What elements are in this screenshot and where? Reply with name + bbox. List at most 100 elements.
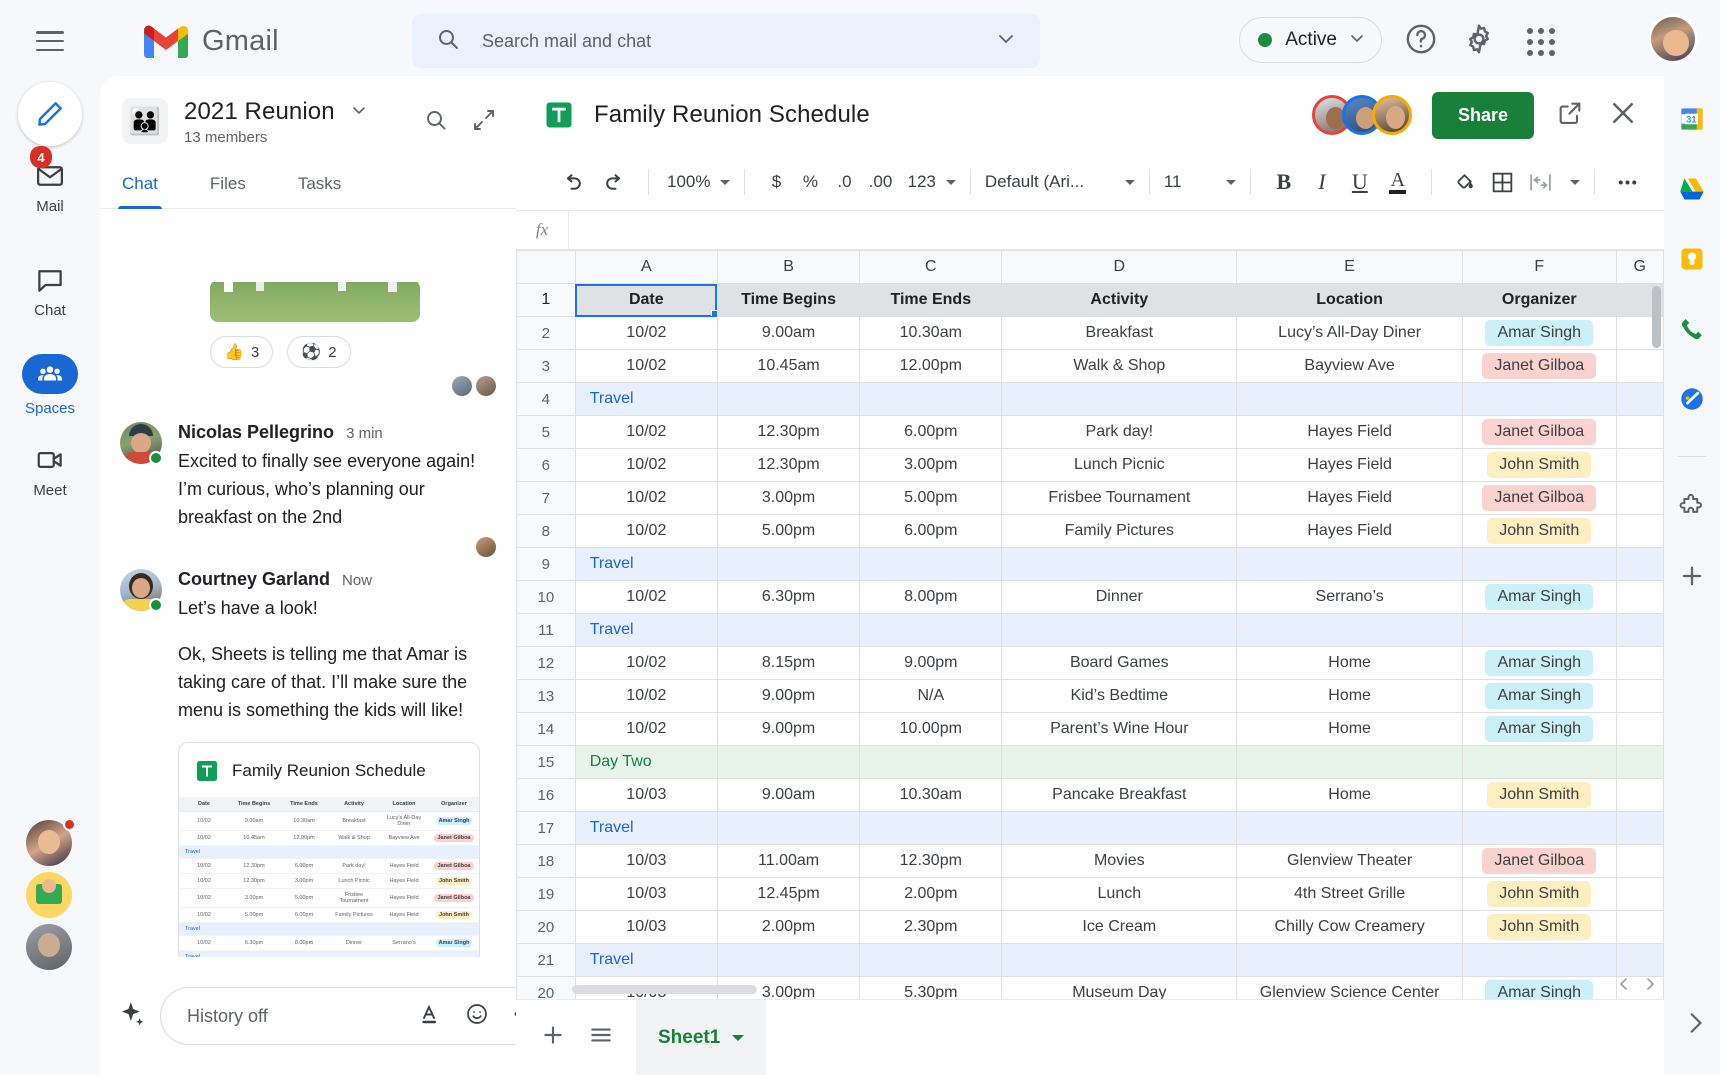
underline-button[interactable]: U (1341, 169, 1379, 195)
table-row[interactable]: 17 Travel (516, 811, 1664, 845)
cell[interactable]: Pancake Breakfast (1001, 778, 1238, 812)
cell[interactable] (1615, 349, 1664, 383)
cell[interactable] (1462, 613, 1617, 647)
add-sheet-icon[interactable] (540, 1022, 566, 1053)
cell[interactable]: Breakfast (1001, 316, 1238, 350)
cell[interactable]: 11.00am (716, 844, 861, 878)
cell[interactable] (716, 382, 861, 416)
cell[interactable] (1615, 547, 1664, 581)
cell[interactable] (1615, 943, 1664, 977)
percent-format-button[interactable]: % (793, 172, 827, 192)
cell[interactable]: 2.00pm (716, 910, 861, 944)
cell-organizer[interactable]: Amar Singh (1462, 976, 1617, 999)
cell[interactable] (1615, 877, 1664, 911)
apps-grid-icon[interactable] (1527, 28, 1555, 56)
cell[interactable] (1236, 811, 1463, 845)
rail-avatar-2[interactable] (26, 872, 74, 918)
cell[interactable]: 8.00pm (859, 580, 1003, 614)
selected-cell[interactable]: Date (574, 283, 718, 317)
font-size-selector[interactable]: 11 (1164, 172, 1236, 192)
table-row[interactable]: 21 Travel (516, 943, 1664, 977)
collapse-icon[interactable] (472, 108, 496, 137)
cell[interactable]: 9.00am (716, 778, 861, 812)
cell[interactable]: Home (1236, 646, 1463, 680)
row-header[interactable]: 5 (516, 415, 576, 449)
cell-organizer[interactable]: Janet Gilboa (1462, 481, 1617, 515)
cell[interactable]: 3.00pm (716, 481, 861, 515)
sheet-tab-sheet1[interactable]: Sheet1 (636, 999, 767, 1075)
cell[interactable] (1615, 745, 1664, 779)
cell[interactable]: 12.30pm (716, 448, 861, 482)
row-header[interactable]: 3 (516, 349, 576, 383)
cell[interactable]: Lucy’s All-Day Diner (1236, 316, 1463, 350)
cell[interactable]: 12.00pm (859, 349, 1003, 383)
caret-down-icon[interactable] (732, 1034, 745, 1041)
merge-cells-icon[interactable] (1522, 170, 1560, 195)
chevron-left-icon[interactable] (1616, 976, 1632, 997)
cell[interactable]: Serrano’s (1236, 580, 1463, 614)
row-header[interactable]: 10 (516, 580, 576, 614)
cell[interactable] (1462, 745, 1617, 779)
cell[interactable]: 10.30am (859, 316, 1003, 350)
table-row[interactable]: 5 10/02 12.30pm 6.00pm Park day! Hayes Field J… (516, 415, 1664, 449)
tab-tasks[interactable]: Tasks (298, 166, 341, 208)
table-row[interactable]: 8 10/02 5.00pm 6.00pm Family Pictures Hayes F… (516, 514, 1664, 548)
cell[interactable]: 10/02 (574, 514, 718, 548)
cell[interactable]: Hayes Field (1236, 415, 1463, 449)
row-header[interactable]: 1 (516, 283, 576, 317)
cell[interactable]: 2.00pm (859, 877, 1003, 911)
currency-format-button[interactable]: $ (759, 172, 793, 192)
cell-organizer[interactable]: Amar Singh (1462, 712, 1617, 746)
row-header[interactable]: 14 (516, 712, 576, 746)
cell[interactable] (1615, 712, 1664, 746)
table-row[interactable]: 9 Travel (516, 547, 1664, 581)
borders-icon[interactable] (1484, 170, 1522, 195)
section-label-cell[interactable]: Travel (574, 811, 718, 845)
cell[interactable]: 10.30am (859, 778, 1003, 812)
cell[interactable]: 9.00am (716, 316, 861, 350)
add-icon[interactable] (1677, 561, 1707, 591)
message-photo-attachment[interactable] (210, 282, 420, 322)
cell[interactable] (859, 745, 1003, 779)
cell-organizer[interactable]: Janet Gilboa (1462, 415, 1617, 449)
cell-organizer[interactable]: John Smith (1462, 778, 1617, 812)
chevron-down-icon[interactable] (351, 102, 367, 123)
rail-avatar-1[interactable] (26, 818, 76, 866)
rail-avatar-3[interactable] (26, 924, 74, 970)
table-row[interactable]: 12 10/02 8.15pm 9.00pm Board Games Home Amar S… (516, 646, 1664, 680)
cell[interactable] (1001, 382, 1238, 416)
avatar[interactable] (120, 569, 163, 612)
bold-button[interactable]: B (1265, 169, 1303, 195)
open-in-new-icon[interactable] (1556, 99, 1584, 132)
cell[interactable]: 10/02 (574, 415, 718, 449)
cell[interactable] (1462, 943, 1617, 977)
cell[interactable] (1615, 382, 1664, 416)
cell[interactable]: Hayes Field (1236, 481, 1463, 515)
cell[interactable]: 10/02 (574, 580, 718, 614)
cell[interactable]: Home (1236, 679, 1463, 713)
close-icon[interactable] (1608, 98, 1638, 133)
emoji-icon[interactable] (465, 1002, 489, 1031)
cell-organizer[interactable]: John Smith (1462, 910, 1617, 944)
cell[interactable]: Lunch (1001, 877, 1238, 911)
reaction-soccer[interactable]: ⚽ 2 (287, 336, 351, 368)
cell[interactable] (716, 811, 861, 845)
cell[interactable]: Movies (1001, 844, 1238, 878)
cell-organizer[interactable]: Amar Singh (1462, 679, 1617, 713)
cell[interactable] (1001, 811, 1238, 845)
cell[interactable]: 10/03 (574, 877, 718, 911)
zoom-selector[interactable]: 100% (667, 172, 731, 192)
table-row[interactable]: 15 Day Two (516, 745, 1664, 779)
cell-organizer[interactable]: Amar Singh (1462, 646, 1617, 680)
cell[interactable]: 10/03 (574, 778, 718, 812)
italic-button[interactable]: I (1303, 169, 1341, 195)
cell[interactable]: Ice Cream (1001, 910, 1238, 944)
google-voice-icon[interactable] (1677, 314, 1707, 344)
cell[interactable]: Bayview Ave (1236, 349, 1463, 383)
cell[interactable] (1001, 943, 1238, 977)
cell[interactable]: Frisbee Tournament (1001, 481, 1238, 515)
decrease-decimal-button[interactable]: .0 (827, 172, 861, 192)
cell[interactable]: 10/02 (574, 712, 718, 746)
section-label-cell[interactable]: Day Two (574, 745, 718, 779)
cell[interactable]: 10/02 (574, 448, 718, 482)
